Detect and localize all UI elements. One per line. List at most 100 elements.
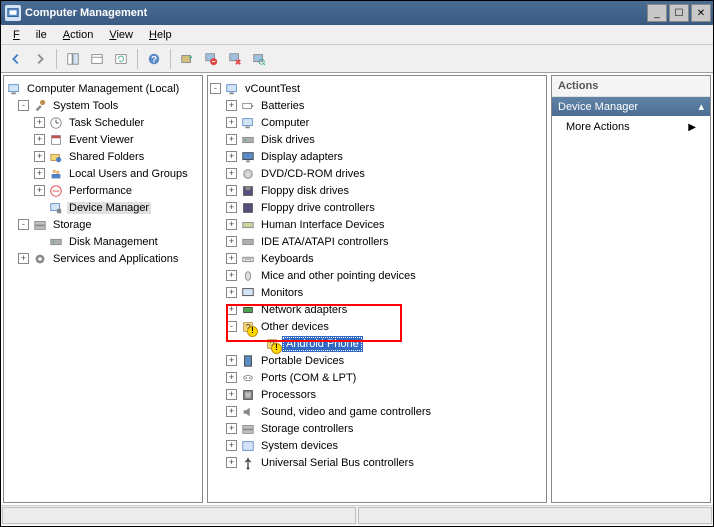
device-item[interactable]: Computer — [259, 117, 311, 129]
device-item[interactable]: Human Interface Devices — [259, 219, 387, 231]
device-item[interactable]: Keyboards — [259, 253, 316, 265]
device-item[interactable]: System devices — [259, 440, 340, 452]
network-icon — [240, 302, 256, 318]
expand-toggle[interactable]: - — [18, 100, 29, 111]
expand-toggle[interactable]: + — [34, 117, 45, 128]
window-title: Computer Management — [25, 7, 647, 19]
expand-toggle[interactable]: + — [34, 134, 45, 145]
toolbar: ? — [1, 45, 713, 73]
expand-toggle[interactable]: + — [226, 372, 237, 383]
navigation-tree-pane: Computer Management (Local) - System Too… — [3, 75, 203, 503]
device-item[interactable]: Sound, video and game controllers — [259, 406, 433, 418]
expand-toggle[interactable]: + — [226, 100, 237, 111]
device-item[interactable]: Disk drives — [259, 134, 317, 146]
nav-storage[interactable]: Storage — [51, 219, 94, 231]
device-item[interactable]: Ports (COM & LPT) — [259, 372, 358, 384]
device-item[interactable]: Floppy disk drives — [259, 185, 351, 197]
nav-root[interactable]: Computer Management (Local) — [25, 83, 181, 95]
expand-toggle[interactable]: + — [34, 151, 45, 162]
expand-toggle[interactable]: + — [226, 253, 237, 264]
expand-toggle[interactable]: + — [18, 253, 29, 264]
device-root[interactable]: vCountTest — [243, 83, 302, 95]
device-item[interactable]: DVD/CD-ROM drives — [259, 168, 367, 180]
device-item[interactable]: Floppy drive controllers — [259, 202, 377, 214]
device-item[interactable]: Universal Serial Bus controllers — [259, 457, 416, 469]
computer-mgmt-icon — [6, 81, 22, 97]
expand-toggle[interactable]: + — [226, 406, 237, 417]
refresh-button[interactable] — [110, 48, 132, 70]
nav-task-scheduler[interactable]: Task Scheduler — [67, 117, 146, 129]
device-item[interactable]: IDE ATA/ATAPI controllers — [259, 236, 391, 248]
menu-action[interactable]: Action — [55, 27, 102, 43]
titlebar: Computer Management _ ☐ ✕ — [1, 1, 713, 25]
device-item[interactable]: Batteries — [259, 100, 306, 112]
expand-toggle[interactable]: + — [34, 168, 45, 179]
update-driver-button[interactable] — [176, 48, 198, 70]
expand-toggle[interactable]: + — [226, 355, 237, 366]
expand-toggle[interactable]: + — [226, 457, 237, 468]
device-item[interactable]: Display adapters — [259, 151, 345, 163]
expand-toggle[interactable]: + — [226, 134, 237, 145]
more-actions[interactable]: More Actions ▶ — [552, 116, 710, 138]
expand-toggle[interactable]: + — [226, 185, 237, 196]
display-icon — [240, 149, 256, 165]
minimize-button[interactable]: _ — [647, 4, 667, 22]
nav-device-manager[interactable]: Device Manager — [67, 202, 151, 214]
nav-system-tools[interactable]: System Tools — [51, 100, 120, 112]
expand-toggle[interactable]: + — [226, 151, 237, 162]
expand-toggle[interactable]: + — [226, 304, 237, 315]
expand-toggle[interactable]: + — [226, 117, 237, 128]
expand-toggle[interactable]: + — [226, 389, 237, 400]
nav-services[interactable]: Services and Applications — [51, 253, 180, 265]
back-button[interactable] — [5, 48, 27, 70]
device-item[interactable]: Portable Devices — [259, 355, 346, 367]
mouse-icon — [240, 268, 256, 284]
device-item[interactable]: Processors — [259, 389, 318, 401]
maximize-button[interactable]: ☐ — [669, 4, 689, 22]
device-item[interactable]: Other devices — [259, 321, 331, 333]
forward-button[interactable] — [29, 48, 51, 70]
show-hide-tree-button[interactable] — [62, 48, 84, 70]
menu-file[interactable]: File — [5, 27, 55, 43]
nav-disk-management[interactable]: Disk Management — [67, 236, 160, 248]
disable-button[interactable] — [224, 48, 246, 70]
expand-toggle[interactable]: + — [226, 202, 237, 213]
expand-toggle[interactable]: - — [210, 83, 221, 94]
expand-toggle[interactable]: + — [34, 185, 45, 196]
services-icon — [32, 251, 48, 267]
expand-toggle[interactable]: + — [226, 287, 237, 298]
expand-toggle[interactable]: + — [226, 423, 237, 434]
uninstall-button[interactable] — [200, 48, 222, 70]
menubar: File Action View Help — [1, 25, 713, 45]
expand-toggle[interactable]: + — [226, 236, 237, 247]
computer-icon — [224, 81, 240, 97]
help-button[interactable]: ? — [143, 48, 165, 70]
nav-event-viewer[interactable]: Event Viewer — [67, 134, 136, 146]
device-item[interactable]: Storage controllers — [259, 423, 355, 435]
device-item[interactable]: Monitors — [259, 287, 305, 299]
hid-icon — [240, 217, 256, 233]
close-button[interactable]: ✕ — [691, 4, 711, 22]
sound-icon — [240, 404, 256, 420]
monitor-icon — [240, 285, 256, 301]
device-item[interactable]: Network adapters — [259, 304, 349, 316]
device-item[interactable]: Android Phone — [283, 337, 362, 351]
properties-button[interactable] — [86, 48, 108, 70]
menu-view[interactable]: View — [101, 27, 141, 43]
expand-toggle[interactable]: - — [226, 321, 237, 332]
expand-toggle[interactable]: + — [226, 219, 237, 230]
device-item[interactable]: Mice and other pointing devices — [259, 270, 418, 282]
nav-shared-folders[interactable]: Shared Folders — [67, 151, 146, 163]
expand-toggle[interactable]: - — [18, 219, 29, 230]
nav-local-users[interactable]: Local Users and Groups — [67, 168, 190, 180]
actions-section[interactable]: Device Manager ▴ — [552, 97, 710, 116]
svg-text:?: ? — [269, 339, 274, 350]
device-tree-pane: - vCountTest + Batteries + Computer + Disk dr… — [207, 75, 547, 503]
expand-toggle[interactable]: + — [226, 440, 237, 451]
scan-hardware-button[interactable] — [248, 48, 270, 70]
nav-performance[interactable]: Performance — [67, 185, 134, 197]
expand-toggle[interactable]: + — [226, 270, 237, 281]
menu-help[interactable]: Help — [141, 27, 180, 43]
expand-toggle[interactable]: + — [226, 168, 237, 179]
event-icon — [48, 132, 64, 148]
